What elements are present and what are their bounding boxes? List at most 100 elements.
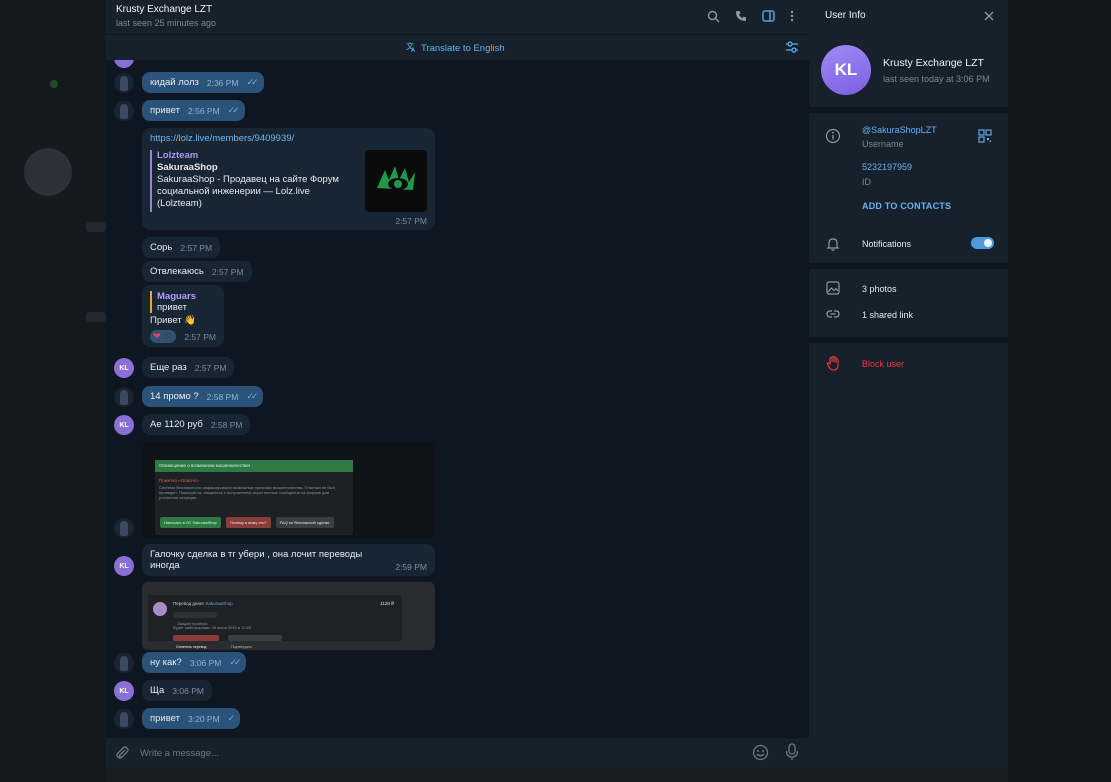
translate-settings-icon[interactable] bbox=[785, 40, 799, 54]
translate-bar: 文A Translate to English bbox=[106, 34, 809, 60]
avatar[interactable] bbox=[114, 709, 134, 729]
link-preview-bubble[interactable]: https://lolz.live/members/9409939/ Lolzt… bbox=[142, 128, 435, 230]
preview-description: SakuraaShop - Продавец на сайте Форум со… bbox=[157, 174, 339, 209]
message-bubble[interactable]: Сорь 2:57 PM bbox=[142, 237, 221, 258]
message-row: Отвлекаюсь 2:57 PM bbox=[114, 261, 252, 282]
chat-title[interactable]: Krusty Exchange LZT bbox=[116, 4, 212, 15]
microphone-icon[interactable] bbox=[784, 743, 800, 761]
user-id-label: ID bbox=[862, 177, 871, 187]
message-text: 14 промо ? bbox=[150, 391, 199, 402]
message-bubble[interactable]: Отвлекаюсь 2:57 PM bbox=[142, 261, 252, 282]
message-bubble[interactable]: ну как? 3:06 PM ✓✓ bbox=[142, 652, 247, 673]
message-bubble[interactable]: 14 промо ? 2:58 PM ✓✓ bbox=[142, 386, 264, 407]
message-bubble[interactable]: кидай лолз 2:36 PM ✓✓ bbox=[142, 72, 264, 93]
user-id-value[interactable]: 5232197959 bbox=[862, 162, 912, 172]
screenshot-button: FAQ по безопасной сделке bbox=[275, 517, 334, 528]
notifications-row[interactable]: Notifications bbox=[809, 228, 1008, 258]
translate-button[interactable]: 文A Translate to English bbox=[406, 41, 505, 55]
link-preview[interactable]: Lolzteam SakuraaShop SakuraaShop - Прода… bbox=[150, 150, 427, 212]
avatar[interactable]: KL bbox=[114, 358, 134, 378]
chat-header: Krusty Exchange LZT last seen 25 minutes… bbox=[106, 0, 809, 34]
message-row: Сорь 2:57 PM bbox=[114, 237, 221, 258]
message-row: KL Ае 1120 руб 2:58 PM bbox=[114, 414, 251, 435]
message-row: 14 промо ? 2:58 PM ✓✓ bbox=[114, 386, 264, 407]
block-user-row[interactable]: Block user bbox=[809, 352, 1008, 374]
screenshot-dialog-title: Оповещение о возможном мошенничестве! bbox=[155, 460, 353, 472]
add-to-contacts-button[interactable]: ADD TO CONTACTS bbox=[862, 201, 951, 211]
reaction-badge[interactable]: ❤ bbox=[150, 330, 176, 343]
avatar[interactable] bbox=[114, 73, 134, 93]
message-row bbox=[114, 60, 134, 68]
avatar[interactable]: KL bbox=[114, 681, 134, 701]
screenshot-transfer-card: Перевод денег SakuraaShop 1120 ₽ Ожидает… bbox=[148, 595, 402, 649]
message-input[interactable] bbox=[140, 745, 700, 761]
screenshot-button: Отменить перевод bbox=[173, 635, 219, 649]
message-row: KL Еще раз 2:57 PM bbox=[114, 357, 235, 378]
lolzteam-logo-icon bbox=[377, 166, 415, 190]
image-message[interactable]: Оповещение о возможном мошенничестве! По… bbox=[142, 442, 435, 538]
avatar[interactable] bbox=[114, 60, 134, 68]
profile-avatar[interactable]: KL bbox=[821, 45, 871, 95]
message-row: кидай лолз 2:36 PM ✓✓ bbox=[114, 72, 264, 93]
message-bubble[interactable]: Еще раз 2:57 PM bbox=[142, 357, 235, 378]
screenshot-warning: Пометка «Опасно» bbox=[159, 478, 199, 483]
divider bbox=[809, 337, 1008, 343]
screenshot-avatar bbox=[153, 602, 167, 616]
reply-quote[interactable]: Maguars привет bbox=[150, 291, 216, 313]
username-value[interactable]: @SakuraShopLZT bbox=[862, 125, 937, 135]
link-url[interactable]: https://lolz.live/members/9409939/ bbox=[150, 133, 427, 144]
attach-icon[interactable] bbox=[114, 745, 130, 761]
message-bubble[interactable]: привет 2:56 PM ✓✓ bbox=[142, 100, 245, 121]
message-text: Ае 1120 руб bbox=[150, 419, 203, 430]
profile-status: last seen today at 3:06 PM bbox=[883, 74, 990, 84]
chat-status: last seen 25 minutes ago bbox=[116, 18, 217, 28]
screenshot-button: Почему я вижу это? bbox=[225, 517, 271, 528]
background-avatar bbox=[24, 148, 72, 196]
message-text: привет bbox=[150, 713, 180, 724]
photo-icon bbox=[825, 280, 841, 296]
reply-message-bubble[interactable]: Maguars привет Привет 👋 ❤ 2:57 PM bbox=[142, 285, 224, 347]
message-row: Оповещение о возможном мошенничестве! По… bbox=[114, 442, 435, 538]
message-bubble[interactable]: Ае 1120 руб 2:58 PM bbox=[142, 414, 251, 435]
close-icon[interactable] bbox=[982, 9, 996, 23]
background-dot bbox=[50, 80, 58, 88]
shared-links-row[interactable]: 1 shared link bbox=[809, 303, 1008, 325]
message-bubble[interactable]: Галочку сделка в тг убери , она лочит пе… bbox=[142, 544, 435, 576]
message-list[interactable]: кидай лолз 2:36 PM ✓✓ привет 2:56 PM ✓✓ … bbox=[106, 60, 809, 738]
message-text: Отвлекаюсь bbox=[150, 266, 204, 277]
avatar[interactable]: KL bbox=[114, 415, 134, 435]
photos-row[interactable]: 3 photos bbox=[809, 277, 1008, 299]
reply-quote-text: привет bbox=[157, 302, 187, 313]
avatar[interactable] bbox=[114, 518, 134, 538]
block-user-button[interactable]: Block user bbox=[862, 359, 904, 369]
sidebar-toggle-icon[interactable] bbox=[760, 8, 776, 24]
screenshot-dialog: Оповещение о возможном мошенничестве! По… bbox=[155, 460, 353, 535]
message-time: 2:58 PM bbox=[210, 420, 243, 430]
screenshot-hold-text: Будет заблокирован 26 июня 2025 в 12:00 bbox=[173, 625, 252, 630]
emoji-icon[interactable] bbox=[752, 744, 769, 761]
shared-links-count: 1 shared link bbox=[862, 310, 914, 320]
avatar[interactable] bbox=[114, 387, 134, 407]
message-bubble[interactable]: привет 3:20 PM ✓ bbox=[142, 708, 241, 729]
reply-author: Maguars bbox=[157, 291, 197, 302]
message-row: Перевод денег SakuraaShop 1120 ₽ Ожидает… bbox=[114, 582, 435, 650]
divider bbox=[809, 107, 1008, 113]
image-message[interactable]: Перевод денег SakuraaShop 1120 ₽ Ожидает… bbox=[142, 582, 435, 650]
sent-checkmark-icon: ✓ bbox=[227, 713, 235, 723]
read-checkmark-icon: ✓✓ bbox=[229, 657, 241, 667]
avatar[interactable] bbox=[114, 101, 134, 121]
more-menu-icon[interactable] bbox=[784, 8, 800, 24]
search-icon[interactable] bbox=[705, 8, 721, 24]
avatar[interactable]: KL bbox=[114, 556, 134, 576]
message-bubble[interactable]: Ща 3:06 PM bbox=[142, 680, 212, 701]
read-checkmark-icon: ✓✓ bbox=[246, 77, 259, 87]
qr-code-icon[interactable] bbox=[978, 129, 992, 143]
notifications-label: Notifications bbox=[862, 239, 912, 249]
divider bbox=[809, 263, 1008, 269]
notifications-toggle[interactable] bbox=[971, 237, 994, 249]
info-icon bbox=[825, 128, 841, 144]
phone-icon[interactable] bbox=[733, 8, 749, 24]
background-line bbox=[86, 312, 106, 322]
avatar[interactable] bbox=[114, 653, 134, 673]
message-time: 2:57 PM bbox=[211, 267, 244, 277]
